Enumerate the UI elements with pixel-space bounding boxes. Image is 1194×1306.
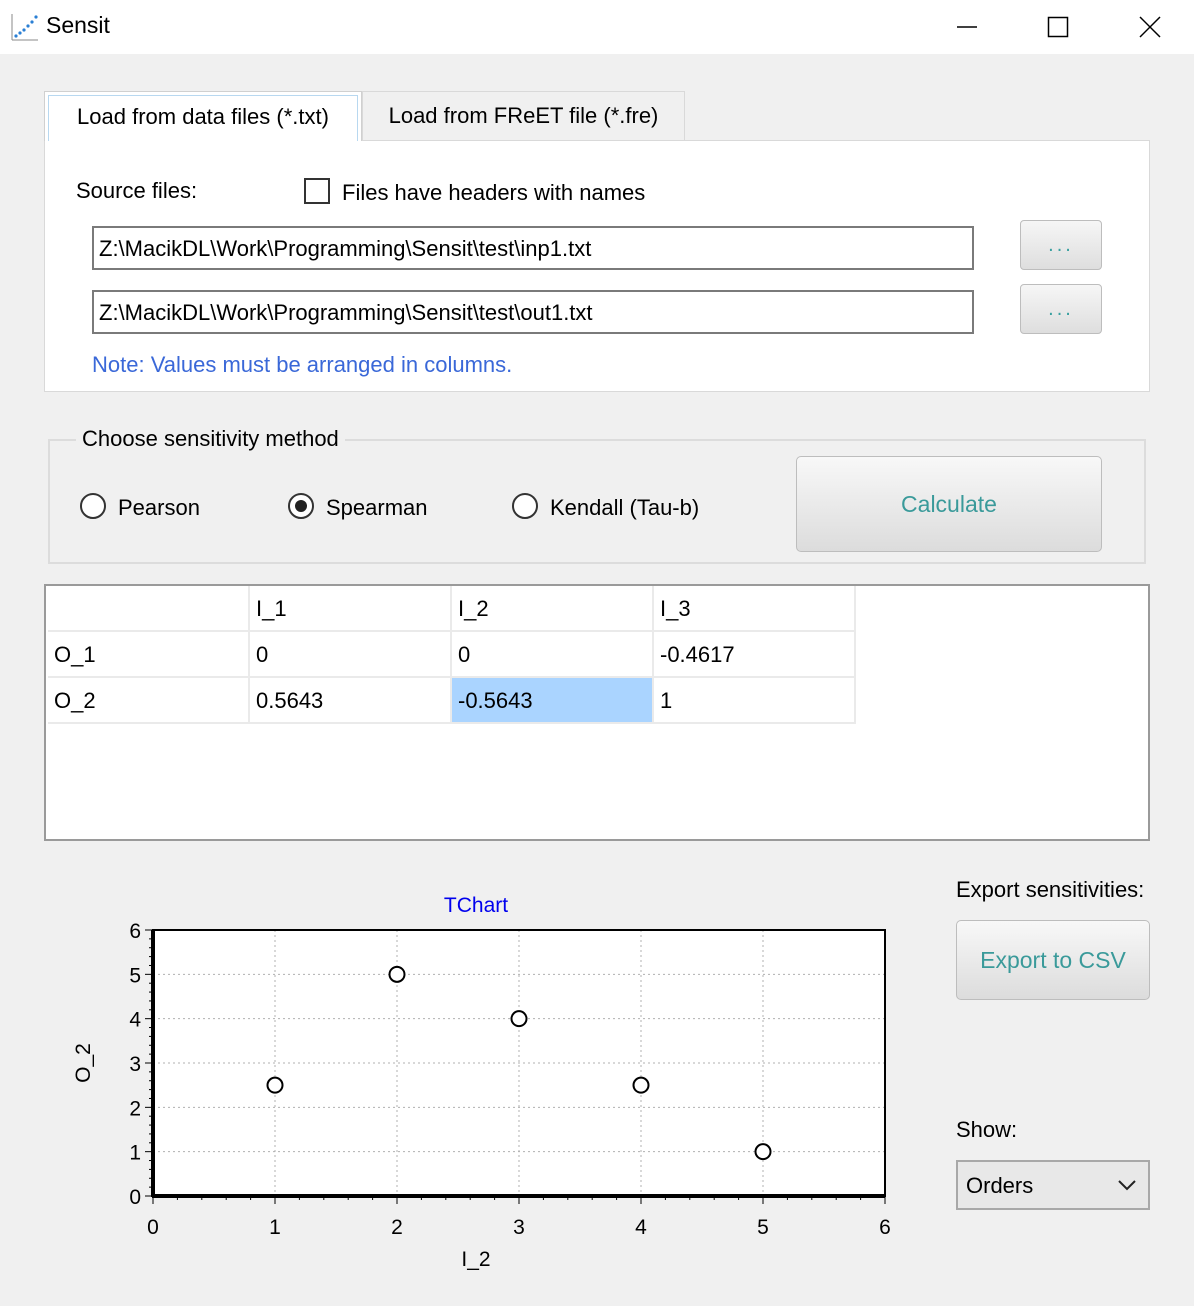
grid-corner-header [48, 586, 250, 632]
export-csv-button[interactable]: Export to CSV [956, 920, 1150, 1000]
scatter-point [632, 1076, 650, 1094]
results-grid: I_1 I_2 I_3 O_1 0 0 -0.4617 O_2 0.5643 -… [44, 584, 1150, 841]
export-label: Export sensitivities: [956, 877, 1145, 902]
y-tick-label: 5 [129, 964, 141, 987]
chart-title: TChart [444, 894, 508, 917]
x-tick-label: 2 [391, 1216, 403, 1239]
x-tick-label: 0 [147, 1216, 159, 1239]
browse-output-button[interactable]: ... [1020, 284, 1102, 334]
tab-data-files-label: Load from data files (*.txt) [77, 103, 329, 129]
scatter-point [754, 1143, 772, 1161]
y-tick-label: 1 [129, 1142, 141, 1165]
radio-pearson-label: Pearson [118, 495, 200, 520]
scatter-chart[interactable]: 0 1 2 3 4 5 6 0 1 2 3 4 5 6 TChart I_2 O_2 [60, 880, 900, 1280]
grid-row-header[interactable]: O_2 [48, 678, 250, 724]
window-title: Sensit [46, 12, 110, 38]
show-select-value: Orders [966, 1173, 1034, 1198]
maximize-icon [1047, 16, 1069, 38]
x-tick-label: 6 [879, 1216, 891, 1239]
x-axis-label: I_2 [461, 1248, 490, 1271]
source-files-label: Source files: [76, 178, 198, 203]
y-tick-label: 6 [129, 920, 141, 943]
browse-input-button[interactable]: ... [1020, 220, 1102, 270]
chevron-down-icon [1118, 1180, 1136, 1191]
x-tick-label: 4 [635, 1216, 647, 1239]
y-tick-label: 4 [129, 1009, 141, 1032]
radio-spearman[interactable] [288, 493, 314, 519]
input-file-field[interactable]: Z:\MacikDL\Work\Programming\Sensit\test\… [92, 226, 974, 270]
maximize-button[interactable] [1012, 0, 1104, 54]
grid-cell[interactable]: 0 [250, 632, 452, 678]
y-axis-label: O_2 [72, 1043, 95, 1083]
grid-column-header[interactable]: I_3 [654, 586, 856, 632]
y-tick-label: 3 [129, 1053, 141, 1076]
output-file-field[interactable]: Z:\MacikDL\Work\Programming\Sensit\test\… [92, 290, 974, 334]
headers-checkbox[interactable] [304, 178, 330, 204]
radio-kendall[interactable] [512, 493, 538, 519]
calculate-button[interactable]: Calculate [796, 456, 1102, 552]
radio-kendall-label: Kendall (Tau-b) [550, 495, 700, 520]
y-tick-label: 2 [129, 1097, 141, 1120]
grid-cell-selected[interactable]: -0.5643 [452, 678, 654, 724]
title-bar: Sensit [0, 0, 1194, 54]
x-tick-label: 5 [757, 1216, 769, 1239]
grid-column-header[interactable]: I_2 [452, 586, 654, 632]
scatter-point [266, 1076, 284, 1094]
show-label: Show: [956, 1117, 1018, 1142]
tab-freet-file[interactable]: Load from FReET file (*.fre) [362, 91, 685, 141]
grid-column-header[interactable]: I_1 [250, 586, 452, 632]
x-tick-label: 3 [513, 1216, 525, 1239]
minimize-button[interactable] [921, 0, 1013, 54]
tab-data-files[interactable]: Load from data files (*.txt) [44, 91, 362, 141]
method-group-title: Choose sensitivity method [76, 426, 345, 452]
minimize-icon [957, 26, 977, 28]
x-tick-label: 1 [269, 1216, 281, 1239]
close-button[interactable] [1104, 0, 1194, 54]
headers-checkbox-label: Files have headers with names [342, 180, 646, 205]
grid-cell[interactable]: 1 [654, 678, 856, 724]
grid-cell[interactable]: 0 [452, 632, 654, 678]
scatter-point [510, 1010, 528, 1028]
scatter-point [388, 965, 406, 983]
columns-note: Note: Values must be arranged in columns… [92, 352, 513, 377]
y-tick-label: 0 [129, 1186, 141, 1209]
grid-cell[interactable]: 0.5643 [250, 678, 452, 724]
close-icon [1139, 16, 1161, 38]
show-select[interactable]: Orders [956, 1160, 1150, 1210]
grid-row-header[interactable]: O_1 [48, 632, 250, 678]
app-scatter-icon [11, 14, 38, 41]
grid-cell[interactable]: -0.4617 [654, 632, 856, 678]
radio-spearman-label: Spearman [326, 495, 428, 520]
radio-pearson[interactable] [80, 493, 106, 519]
tab-freet-file-label: Load from FReET file (*.fre) [388, 103, 659, 128]
